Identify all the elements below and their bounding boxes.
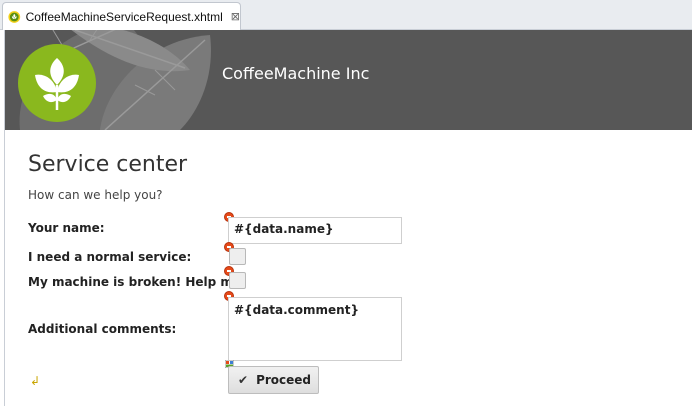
page-title: Service center	[28, 152, 188, 177]
check-icon: ✔	[238, 373, 249, 387]
comments-textarea[interactable]: #{data.comment}	[228, 297, 402, 361]
broken-machine-checkbox[interactable]	[229, 272, 246, 289]
header-banner: CoffeeMachine Inc	[5, 30, 692, 130]
proceed-button-label: Proceed	[256, 373, 311, 387]
page-subtitle: How can we help you?	[28, 188, 163, 202]
service-form: Service center How can we help you? Your…	[5, 130, 692, 406]
name-label: Your name:	[28, 221, 105, 235]
normal-service-checkbox[interactable]	[229, 248, 246, 265]
name-input[interactable]: #{data.name}	[228, 217, 402, 244]
normal-service-label: I need a normal service:	[28, 250, 192, 264]
brand-name: CoffeeMachine Inc	[222, 64, 370, 83]
return-icon: ↲	[30, 374, 41, 388]
editor-tab[interactable]: CoffeeMachineServiceRequest.xhtml ⊠	[2, 2, 241, 30]
close-icon[interactable]: ⊠	[231, 10, 240, 23]
proceed-button[interactable]: ✔ Proceed	[228, 366, 319, 394]
primefaces-file-icon	[8, 10, 21, 23]
editor-tab-title: CoffeeMachineServiceRequest.xhtml	[25, 9, 223, 24]
broken-machine-label: My machine is broken! Help me:	[28, 275, 246, 289]
editor-tab-bar: CoffeeMachineServiceRequest.xhtml ⊠	[0, 0, 692, 30]
page-preview: CoffeeMachine Inc Service center How can…	[4, 30, 692, 406]
comments-label: Additional comments:	[28, 322, 177, 336]
